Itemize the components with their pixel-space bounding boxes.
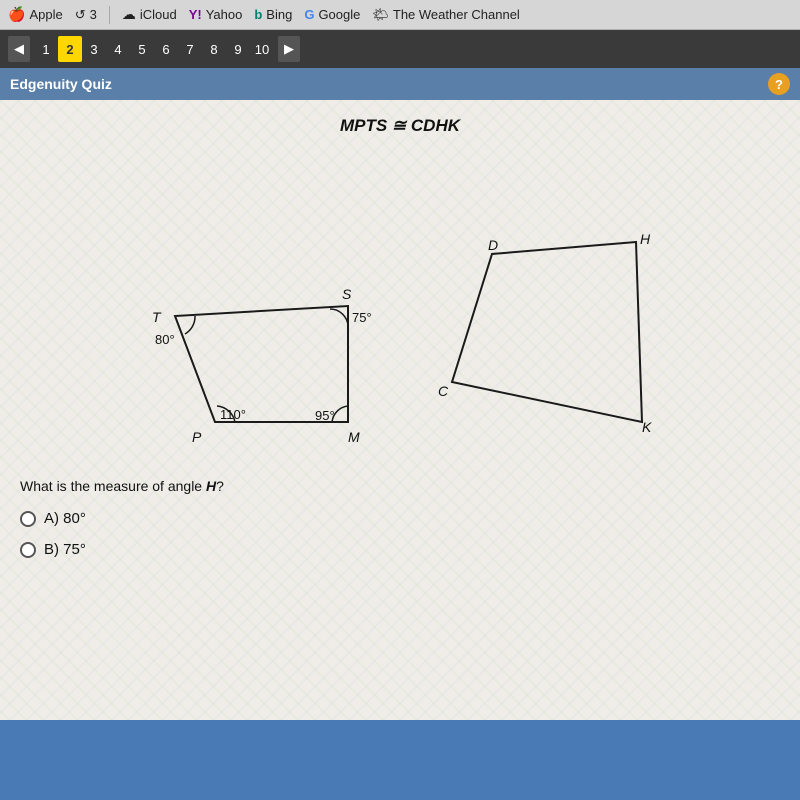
- next-page-button[interactable]: ▶: [278, 36, 300, 62]
- icloud-icon: ☁: [122, 6, 136, 23]
- bottom-blue-bar: [0, 720, 800, 780]
- page-6[interactable]: 6: [154, 36, 178, 62]
- apple-bookmark[interactable]: 🍎 Apple: [8, 6, 63, 23]
- label-P: P: [192, 429, 202, 445]
- yahoo-icon: Y!: [189, 7, 202, 22]
- angle-M: 95°: [315, 408, 335, 423]
- toolbar-divider-1: [109, 6, 110, 24]
- google-icon: G: [304, 7, 314, 22]
- refresh-icon: ↺: [75, 7, 86, 23]
- label-S: S: [342, 286, 352, 302]
- yahoo-bookmark[interactable]: Y! Yahoo: [189, 7, 243, 22]
- diagram-area: T 80° S 75° P 110° M 95° C D H K: [20, 154, 780, 464]
- question-text: What is the measure of angle H?: [20, 478, 780, 494]
- label-M: M: [348, 429, 360, 445]
- help-button[interactable]: ?: [768, 73, 790, 95]
- page-3[interactable]: 3: [82, 36, 106, 62]
- weather-label: The Weather Channel: [393, 7, 520, 22]
- bing-label: Bing: [266, 7, 292, 22]
- google-label: Google: [318, 7, 360, 22]
- question-variable: H: [206, 478, 216, 494]
- angle-T: 80°: [155, 332, 175, 347]
- page-1[interactable]: 1: [34, 36, 58, 62]
- bing-bookmark[interactable]: b Bing: [254, 7, 292, 22]
- radio-B[interactable]: [20, 542, 36, 558]
- google-bookmark[interactable]: G Google: [304, 7, 360, 22]
- answer-A-label: A) 80°: [44, 510, 86, 527]
- answer-option-A[interactable]: A) 80°: [20, 510, 780, 527]
- yahoo-label: Yahoo: [206, 7, 243, 22]
- label-H: H: [640, 231, 651, 247]
- apple-icon: 🍎: [8, 6, 25, 23]
- page-navigation: ◀ 1 2 3 4 5 6 7 8 9 10 ▶: [0, 30, 800, 68]
- label-C: C: [438, 383, 449, 399]
- label-T: T: [152, 309, 162, 325]
- page-7[interactable]: 7: [178, 36, 202, 62]
- weather-icon: 🌤: [372, 7, 389, 23]
- label-K: K: [642, 419, 652, 435]
- browser-toolbar: 🍎 Apple ↺ 3 ☁ iCloud Y! Yahoo b Bing G G…: [0, 0, 800, 30]
- quiz-header: Edgenuity Quiz ?: [0, 68, 800, 100]
- apple-label: Apple: [29, 7, 62, 22]
- prev-page-button[interactable]: ◀: [8, 36, 30, 62]
- angle-S: 75°: [352, 310, 372, 325]
- answer-B-label: B) 75°: [44, 541, 86, 558]
- page-8[interactable]: 8: [202, 36, 226, 62]
- page-4[interactable]: 4: [106, 36, 130, 62]
- icloud-bookmark[interactable]: ☁ iCloud: [122, 6, 177, 23]
- page-10[interactable]: 10: [250, 36, 274, 62]
- quiz-title: Edgenuity Quiz: [10, 76, 112, 92]
- page-9[interactable]: 9: [226, 36, 250, 62]
- refresh-count: 3: [90, 7, 97, 22]
- page-number-list: 1 2 3 4 5 6 7 8 9 10: [34, 36, 274, 62]
- page-5[interactable]: 5: [130, 36, 154, 62]
- page-2[interactable]: 2: [58, 36, 82, 62]
- weather-bookmark[interactable]: 🌤 The Weather Channel: [372, 7, 519, 23]
- angle-P: 110°: [220, 407, 246, 422]
- answer-option-B[interactable]: B) 75°: [20, 541, 780, 558]
- quiz-content: MPTS ≅ CDHK T 80° S 75° P 110° M 95°: [0, 100, 800, 780]
- geometry-diagram: T 80° S 75° P 110° M 95° C D H K: [120, 154, 680, 464]
- label-D: D: [488, 237, 498, 253]
- icloud-label: iCloud: [140, 7, 177, 22]
- radio-A[interactable]: [20, 511, 36, 527]
- congruence-statement: MPTS ≅ CDHK: [20, 116, 780, 136]
- bing-icon: b: [254, 7, 262, 22]
- refresh-item[interactable]: ↺ 3: [75, 7, 97, 23]
